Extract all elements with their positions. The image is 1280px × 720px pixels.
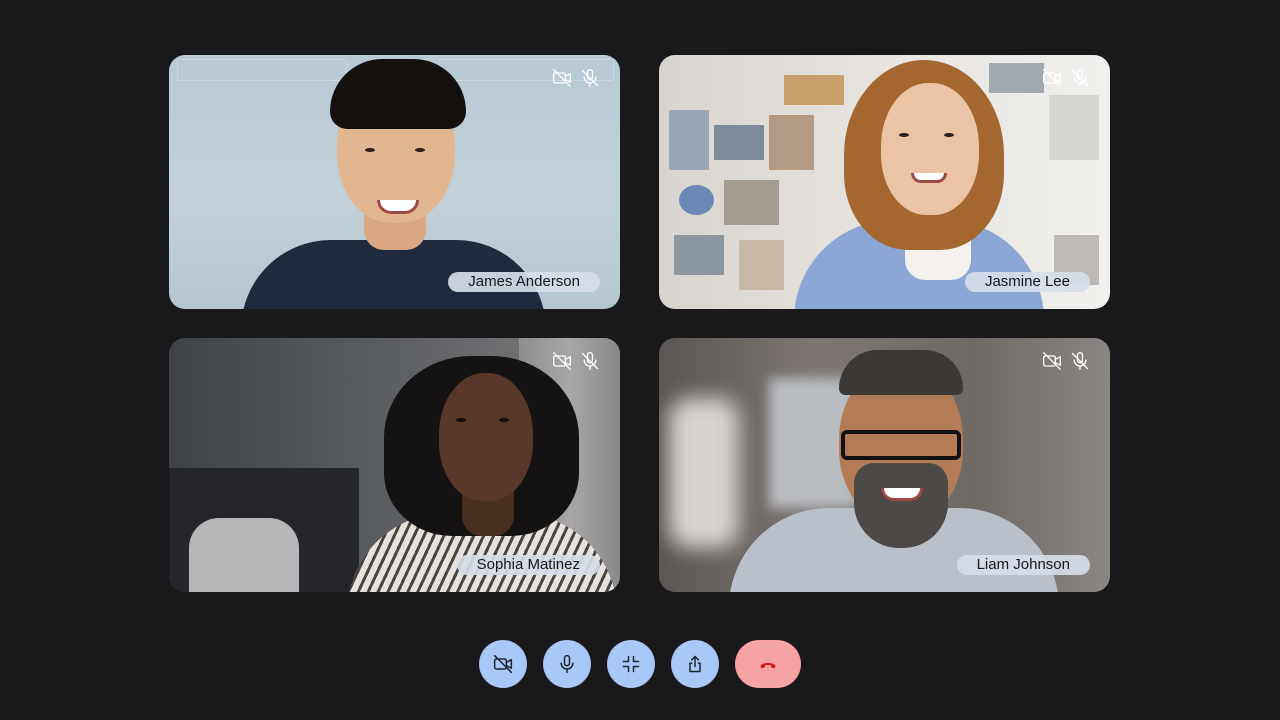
participant-tile[interactable]: James Anderson [169, 55, 620, 309]
phone-hangup-icon [760, 662, 776, 669]
toggle-mic-button[interactable] [543, 640, 591, 688]
video-feed [659, 338, 1110, 592]
participant-name: Liam Johnson [956, 555, 1090, 575]
participant-name: James Anderson [448, 272, 600, 292]
mic-off-icon [580, 351, 600, 371]
end-call-button[interactable] [735, 640, 801, 688]
camera-off-icon [493, 654, 513, 674]
minimize-button[interactable] [607, 640, 655, 688]
camera-off-icon [1042, 68, 1062, 88]
mic-off-icon [1070, 351, 1090, 371]
camera-off-icon [1042, 351, 1062, 371]
share-icon [689, 655, 701, 673]
share-button[interactable] [671, 640, 719, 688]
mic-off-icon [580, 68, 600, 88]
video-feed [659, 55, 1110, 309]
participant-name: Sophia Matinez [456, 555, 600, 575]
call-controls [479, 640, 801, 688]
participant-tile[interactable]: Jasmine Lee [659, 55, 1110, 309]
minimize-icon [622, 655, 640, 673]
camera-off-icon [552, 351, 572, 371]
video-feed [169, 338, 620, 592]
toggle-camera-button[interactable] [479, 640, 527, 688]
participant-tile[interactable]: Sophia Matinez [169, 338, 620, 592]
participant-tile[interactable]: Liam Johnson [659, 338, 1110, 592]
video-grid: James Anderson Jasmine Lee Sophia Matine… [169, 55, 1110, 592]
participant-name: Jasmine Lee [964, 272, 1090, 292]
camera-off-icon [552, 68, 572, 88]
mic-off-icon [1070, 68, 1090, 88]
microphone-icon [560, 654, 574, 674]
video-feed [169, 55, 620, 309]
